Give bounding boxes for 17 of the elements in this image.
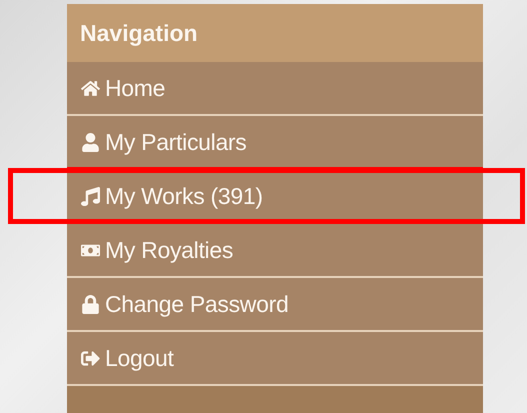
nav-item-label: My Works (391) xyxy=(105,182,263,210)
nav-item[interactable]: Change Password xyxy=(67,278,483,332)
home-icon xyxy=(81,78,100,98)
panel-title: Navigation xyxy=(80,20,198,46)
exit-arrow-icon xyxy=(81,348,100,368)
user-icon xyxy=(81,132,100,152)
nav-item[interactable]: My Royalties xyxy=(67,224,483,278)
lock-icon xyxy=(81,294,100,314)
nav-item-label: Logout xyxy=(105,344,174,372)
music-note-icon xyxy=(81,186,100,206)
nav-item[interactable]: My Particulars xyxy=(67,116,483,170)
nav-item-label: My Royalties xyxy=(105,236,234,264)
nav-item-label: My Particulars xyxy=(105,128,246,156)
nav-item[interactable]: Logout xyxy=(67,332,483,386)
nav-item-label: Change Password xyxy=(105,290,288,318)
nav-item[interactable]: Home xyxy=(67,62,483,116)
nav-item-label: Home xyxy=(105,74,166,102)
